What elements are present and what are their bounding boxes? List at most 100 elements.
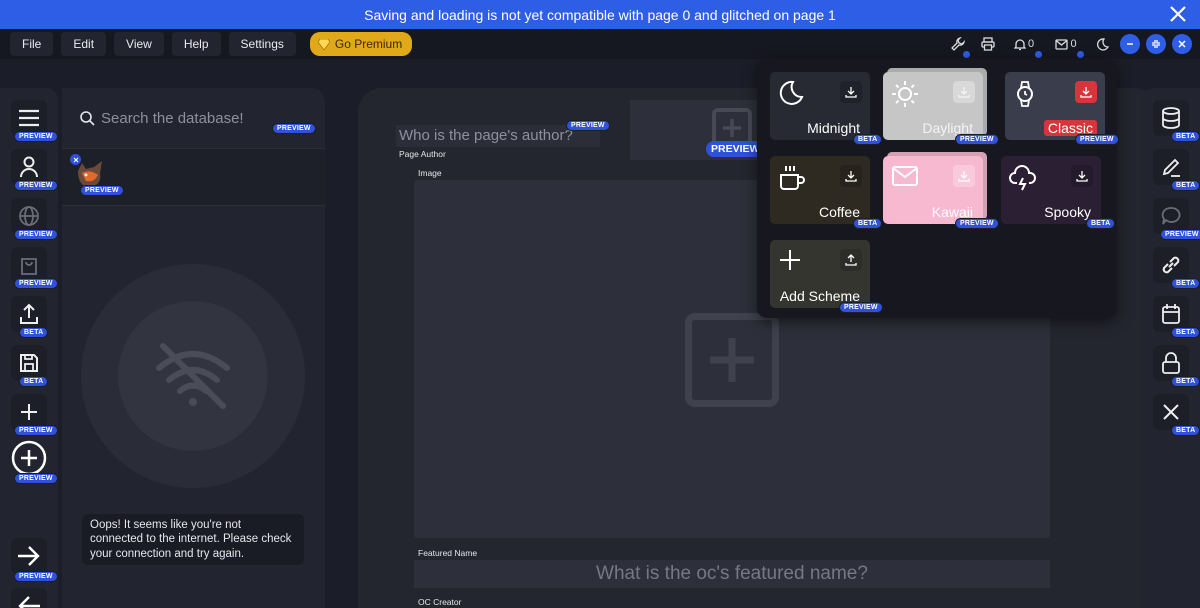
diamond-icon: [317, 38, 330, 50]
save-icon: [20, 354, 38, 372]
scheme-card-classic[interactable]: Classic: [1005, 72, 1105, 140]
preview-badge: PREVIEW: [14, 425, 58, 436]
download-scheme-button[interactable]: [953, 81, 975, 103]
beta-badge: BETA: [1171, 131, 1200, 142]
upload-icon: [845, 254, 857, 266]
scheme-card-kawaii[interactable]: Kawaii: [883, 152, 987, 224]
coffee-icon: [780, 166, 805, 190]
preview-badge: PREVIEW: [14, 131, 58, 142]
upload-scheme-button[interactable]: [840, 249, 862, 271]
sidebar-next-button[interactable]: [11, 538, 47, 574]
arrow-right-icon: [18, 546, 40, 566]
plus-icon: [780, 250, 800, 270]
featured-name-label: Featured Name: [418, 548, 478, 558]
theme-toggle[interactable]: [1090, 32, 1114, 56]
download-scheme-button[interactable]: [840, 81, 862, 103]
beta-badge: BETA: [1086, 218, 1116, 229]
scheme-card-spooky[interactable]: Spooky: [1001, 156, 1101, 224]
preview-badge: PREVIEW: [955, 134, 999, 145]
beta-badge: BETA: [1171, 327, 1200, 338]
lock-icon: [1162, 352, 1180, 374]
remove-avatar-button[interactable]: [70, 154, 81, 165]
tools-button[interactable]: [946, 32, 970, 58]
download-scheme-button[interactable]: [1071, 165, 1093, 187]
beta-badge: BETA: [19, 327, 49, 338]
download-icon: [845, 171, 857, 182]
preview-badge: PREVIEW: [80, 185, 124, 196]
download-icon: [1080, 87, 1092, 98]
moon-icon: [1096, 37, 1109, 51]
sidebar-add-circle-button[interactable]: [11, 440, 47, 476]
notifications-button[interactable]: 0: [1006, 32, 1042, 58]
menu-settings[interactable]: Settings: [228, 32, 296, 56]
preview-badge: PREVIEW: [272, 123, 316, 134]
download-icon: [958, 87, 970, 98]
download-scheme-button[interactable]: [840, 165, 862, 187]
bell-icon: [1013, 38, 1026, 50]
beta-badge: BETA: [1171, 180, 1200, 191]
left-sidebar: PREVIEW PREVIEW PREVIEW PREVIEW BETA BET…: [0, 88, 58, 608]
add-scheme-card[interactable]: Add Scheme: [770, 240, 870, 308]
featured-name-input[interactable]: What is the oc's featured name?: [414, 560, 1050, 588]
close-icon[interactable]: [1168, 4, 1188, 24]
sun-icon: [892, 81, 918, 107]
messages-button[interactable]: 0: [1048, 32, 1084, 58]
menu-file[interactable]: File: [10, 32, 54, 56]
beta-badge: BETA: [19, 376, 49, 387]
menu-view[interactable]: View: [114, 32, 164, 56]
download-icon: [1076, 171, 1088, 182]
moon-icon: [779, 80, 804, 105]
scheme-name: Midnight: [807, 120, 860, 136]
preview-badge: PREVIEW: [566, 120, 610, 131]
chat-icon: [1161, 207, 1181, 225]
search-input[interactable]: Search the database!: [74, 105, 304, 131]
preview-badge: PREVIEW: [14, 571, 58, 582]
arrow-left-icon: [18, 596, 40, 608]
sidebar-prev-button[interactable]: [11, 588, 47, 608]
preview-badge: PREVIEW: [1160, 229, 1200, 240]
close-icon: [1163, 404, 1179, 420]
preview-button[interactable]: PREVIEW: [706, 141, 765, 157]
user-icon: [20, 156, 38, 178]
mail-icon: [892, 166, 918, 186]
preview-badge: PREVIEW: [14, 180, 58, 191]
download-icon: [958, 171, 970, 182]
minimize-button[interactable]: [1120, 34, 1140, 54]
database-icon: [1162, 107, 1180, 129]
notifications-count: 0: [1027, 38, 1035, 50]
plus-icon: [723, 119, 741, 137]
scheme-card-coffee[interactable]: Coffee: [770, 156, 870, 224]
preview-badge: PREVIEW: [955, 218, 999, 229]
download-scheme-button[interactable]: [1075, 81, 1097, 103]
link-icon: [1162, 256, 1180, 274]
download-scheme-button[interactable]: [953, 165, 975, 187]
color-scheme-menu: Midnight BETA Daylight PREVIEW Classic P…: [757, 58, 1119, 318]
beta-badge: BETA: [853, 218, 883, 229]
wrench-icon: [951, 37, 965, 51]
preview-badge: PREVIEW: [14, 473, 58, 484]
menu-help[interactable]: Help: [171, 32, 221, 56]
beta-badge: BETA: [1171, 425, 1200, 436]
banner-text: Saving and loading is not yet compatible…: [364, 6, 836, 23]
go-premium-button[interactable]: Go Premium: [309, 32, 413, 56]
avatar-list: PREVIEW: [62, 148, 325, 206]
close-window-button[interactable]: [1172, 34, 1192, 54]
scheme-name: Spooky: [1044, 204, 1091, 220]
menu-edit[interactable]: Edit: [61, 32, 107, 56]
preview-badge: PREVIEW: [14, 278, 58, 289]
scheme-card-midnight[interactable]: Midnight: [770, 72, 870, 140]
upload-icon: [20, 303, 38, 324]
download-icon: [845, 87, 857, 98]
print-button[interactable]: [976, 32, 1000, 56]
wifi-off-icon: [156, 343, 230, 409]
printer-icon: [981, 37, 995, 51]
page-author-label: Page Author: [399, 149, 446, 159]
restore-button[interactable]: [1146, 34, 1166, 54]
right-sidebar: BETA BETA PREVIEW BETA BETA BETA BETA: [1142, 88, 1200, 608]
calendar-icon: [1162, 304, 1180, 324]
pencil-icon: [1162, 158, 1180, 177]
image-label: Image: [418, 168, 442, 178]
premium-label: Go Premium: [334, 37, 403, 51]
scheme-card-daylight[interactable]: Daylight: [883, 68, 987, 140]
oc-creator-label: OC Creator: [418, 597, 462, 607]
